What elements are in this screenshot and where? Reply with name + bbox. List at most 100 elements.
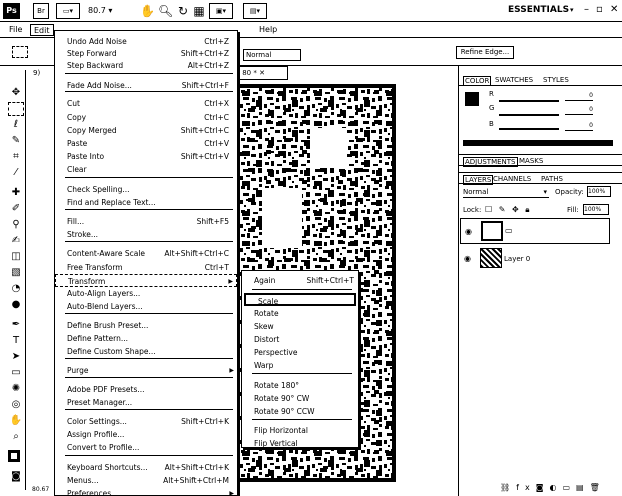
edit-menu-item[interactable]: Cut Ctrl+X (55, 97, 237, 110)
edit-menu-item[interactable]: Clear (55, 163, 237, 176)
rotate-view-icon[interactable]: ↻ (176, 4, 190, 18)
hand-icon[interactable]: ✋ (8, 414, 24, 428)
tab-masks[interactable]: MASKS (519, 157, 543, 165)
green-value[interactable]: 0 (565, 106, 593, 115)
transform-menu-item[interactable]: Again Shift+Ctrl+T (242, 274, 358, 287)
edit-menu-item[interactable]: Check Spelling... (55, 183, 237, 196)
edit-menu-item[interactable]: Preferences ▶ (55, 487, 237, 496)
minimize-icon[interactable]: – (584, 4, 589, 15)
pen-tool-icon[interactable]: ✒ (8, 318, 24, 332)
tab-styles[interactable]: STYLES (543, 76, 569, 84)
transform-menu-item[interactable]: Rotate 180° (242, 379, 358, 392)
eyedropper-icon[interactable]: ⁄ (8, 166, 24, 180)
fill-field[interactable]: 100% (583, 204, 609, 215)
color-ramp[interactable] (463, 140, 613, 146)
edit-menu-item[interactable]: Fill... Shift+F5 (55, 215, 237, 228)
transform-menu-item[interactable]: Scale (244, 293, 356, 306)
history-brush-icon[interactable]: ✍ (8, 234, 24, 248)
transform-menu-item[interactable]: Warp (242, 359, 358, 372)
screen-mode-button[interactable]: ▤▾ (243, 3, 267, 19)
edit-menu-item[interactable]: Paste Ctrl+V (55, 137, 237, 150)
close-icon[interactable]: ✕ (610, 4, 618, 15)
edit-menu-item[interactable]: Menus... Alt+Shift+Ctrl+M (55, 474, 237, 487)
document-tab-title[interactable]: @ 80 * ✕ (230, 66, 288, 80)
red-value[interactable]: 0 (565, 92, 593, 101)
visibility-eye-icon[interactable]: ◉ (464, 254, 471, 263)
edit-menu-item[interactable]: Copy Ctrl+C (55, 111, 237, 124)
crop-tool-icon[interactable]: ⌗ (8, 150, 24, 164)
quick-selection-icon[interactable]: ✎ (8, 134, 24, 148)
eraser-icon[interactable]: ◫ (8, 250, 24, 264)
layer-row-layer-0[interactable]: ◉ Layer 0 (460, 246, 610, 272)
gradient-icon[interactable]: ▧ (8, 266, 24, 280)
lasso-tool-icon[interactable]: ℓ (8, 118, 24, 132)
bridge-button[interactable]: Br (33, 3, 49, 19)
lock-icons[interactable]: ☐ ✎ ✥ 🔒︎ (485, 205, 531, 215)
edit-menu-item[interactable]: Paste Into Shift+Ctrl+V (55, 150, 237, 163)
style-select[interactable]: Normal (243, 49, 301, 61)
transform-menu-item[interactable]: Rotate 90° CCW (242, 405, 358, 418)
blue-slider[interactable] (499, 128, 559, 130)
view-extras-button[interactable]: ▭▾ (56, 3, 80, 19)
path-selection-icon[interactable]: ➤ (8, 350, 24, 364)
edit-menu-item[interactable]: Define Brush Preset... (55, 319, 237, 332)
type-tool-icon[interactable]: T (8, 334, 24, 348)
transform-menu-item[interactable]: Perspective (242, 346, 358, 359)
healing-brush-icon[interactable]: ✚ (8, 186, 24, 200)
arrange-documents-button[interactable]: ▣▾ (209, 3, 233, 19)
workspace-switcher[interactable]: ESSENTIALS (508, 5, 569, 15)
opacity-field[interactable]: 100% (587, 186, 611, 197)
transform-menu-item[interactable]: Rotate 90° CW (242, 392, 358, 405)
marquee-preset-icon[interactable] (12, 46, 28, 58)
3d-rotate-icon[interactable]: ✺ (8, 382, 24, 396)
menu-help[interactable]: Help (256, 24, 280, 36)
menu-edit[interactable]: Edit (30, 24, 54, 36)
menu-file[interactable]: File (6, 24, 25, 36)
zoom-tool-icon[interactable]: 🔍︎ (158, 4, 173, 18)
marquee-tool-icon[interactable] (8, 102, 24, 116)
edit-menu-item[interactable]: Adobe PDF Presets... (55, 383, 237, 396)
visibility-eye-icon[interactable]: ◉ (465, 227, 472, 236)
blur-icon[interactable]: ◔ (8, 282, 24, 296)
tab-swatches[interactable]: SWATCHES (495, 76, 533, 84)
edit-menu-item[interactable]: Purge ▶ (55, 364, 237, 377)
quick-mask-icon[interactable]: ◙ (8, 470, 24, 484)
hand-tool-icon[interactable]: ✋ (140, 4, 155, 18)
refine-edge-button[interactable]: Refine Edge... (456, 46, 514, 59)
layer-row-active[interactable]: ◉ ▭ (460, 218, 610, 244)
edit-menu-item[interactable]: Auto-Align Layers... (55, 287, 237, 300)
tab-paths[interactable]: PATHS (541, 175, 563, 183)
tab-channels[interactable]: CHANNELS (493, 175, 531, 183)
edit-menu-item[interactable]: Content-Aware Scale Alt+Shift+Ctrl+C (55, 247, 237, 260)
workspace-dropdown-icon[interactable]: ▾ (570, 6, 574, 14)
edit-menu-item[interactable]: Transform ▶ (55, 274, 237, 287)
edit-menu-item[interactable]: Color Settings... Shift+Ctrl+K (55, 415, 237, 428)
layer-blend-mode-select[interactable]: Normal ▾ (463, 188, 549, 198)
clone-stamp-icon[interactable]: ⚲ (8, 218, 24, 232)
edit-menu-item[interactable]: Step Backward Alt+Ctrl+Z (55, 59, 237, 72)
grid-icon[interactable]: ▦ (192, 4, 206, 18)
edit-menu-item[interactable]: Define Custom Shape... (55, 345, 237, 358)
tab-adjustments[interactable]: ADJUSTMENTS (463, 157, 518, 167)
edit-menu-item[interactable]: Stroke... (55, 228, 237, 241)
foreground-color-swatch[interactable] (8, 450, 20, 462)
edit-menu-item[interactable]: Assign Profile... (55, 428, 237, 441)
transform-menu-item[interactable]: Flip Vertical (242, 437, 358, 450)
brush-tool-icon[interactable]: ✐ (8, 202, 24, 216)
3d-orbit-icon[interactable]: ◎ (8, 398, 24, 412)
edit-menu-item[interactable]: Copy Merged Shift+Ctrl+C (55, 124, 237, 137)
red-slider[interactable] (499, 100, 559, 102)
zoom-icon[interactable]: ⌕ (8, 430, 24, 444)
shape-tool-icon[interactable]: ▭ (8, 366, 24, 380)
edit-menu-item[interactable]: Keyboard Shortcuts... Alt+Shift+Ctrl+K (55, 461, 237, 474)
edit-menu-item[interactable]: Define Pattern... (55, 332, 237, 345)
edit-menu-item[interactable]: Free Transform Ctrl+T (55, 261, 237, 274)
layer-name[interactable]: Layer 0 (504, 255, 530, 263)
transform-menu-item[interactable]: Flip Horizontal (242, 424, 358, 437)
move-tool-icon[interactable]: ✥ (8, 86, 24, 100)
tab-layers[interactable]: LAYERS (463, 175, 494, 185)
transform-menu-item[interactable]: Rotate (242, 307, 358, 320)
edit-menu-item[interactable]: Find and Replace Text... (55, 196, 237, 209)
layers-panel-footer-icons[interactable]: ⛓fx◙◐▭▤🗑︎ (500, 483, 606, 492)
zoom-level-field[interactable]: 80.7 ▾ (88, 3, 128, 19)
